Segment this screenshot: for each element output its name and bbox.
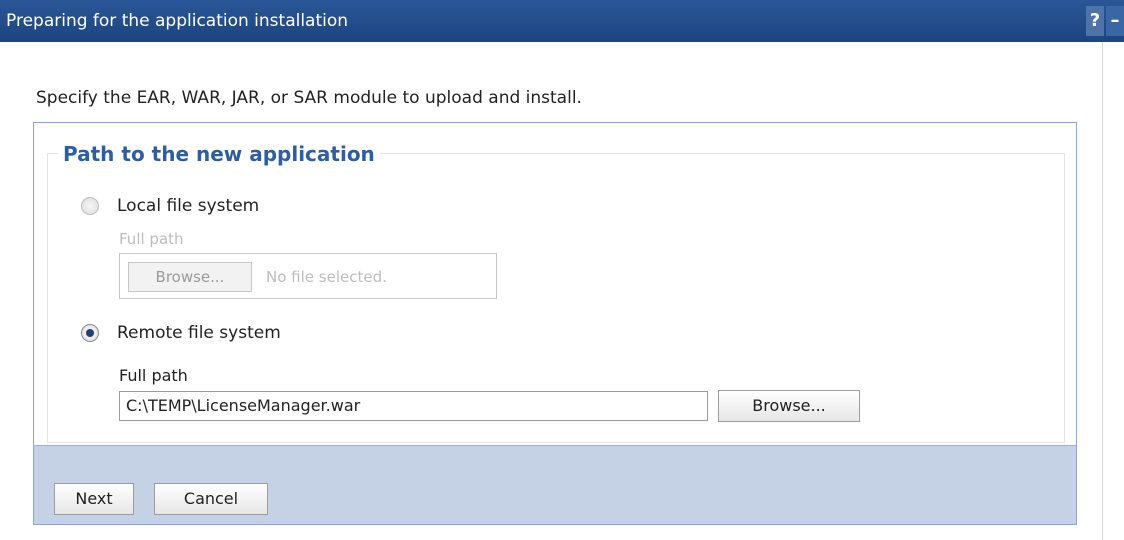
local-file-system-label: Local file system <box>117 196 260 216</box>
remote-path-input[interactable]: C:\TEMP\LicenseManager.war <box>119 391 708 421</box>
remote-file-system-option[interactable]: Remote file system <box>81 323 281 343</box>
window-controls: ? – <box>1086 6 1124 36</box>
page-title: Preparing for the application installati… <box>6 11 349 31</box>
button-bar: Next Cancel <box>34 445 1076 524</box>
remote-full-path-label: Full path <box>119 366 188 385</box>
title-bar: Preparing for the application installati… <box>0 0 1124 42</box>
local-file-system-radio[interactable] <box>81 197 99 215</box>
local-file-input[interactable]: Browse... No file selected. <box>119 253 497 299</box>
local-browse-button[interactable]: Browse... <box>128 262 252 292</box>
next-button[interactable]: Next <box>54 483 134 515</box>
local-full-path-label: Full path <box>119 230 184 248</box>
minimize-icon[interactable]: – <box>1106 6 1124 36</box>
cancel-button[interactable]: Cancel <box>154 483 268 515</box>
instruction-text: Specify the EAR, WAR, JAR, or SAR module… <box>36 88 582 108</box>
help-icon[interactable]: ? <box>1086 6 1104 36</box>
remote-file-system-radio[interactable] <box>81 324 99 342</box>
remote-browse-button[interactable]: Browse... <box>718 390 860 422</box>
no-file-text: No file selected. <box>266 268 387 286</box>
path-legend: Path to the new application <box>58 142 380 166</box>
local-file-system-option[interactable]: Local file system <box>81 196 259 216</box>
remote-file-system-label: Remote file system <box>117 323 281 343</box>
